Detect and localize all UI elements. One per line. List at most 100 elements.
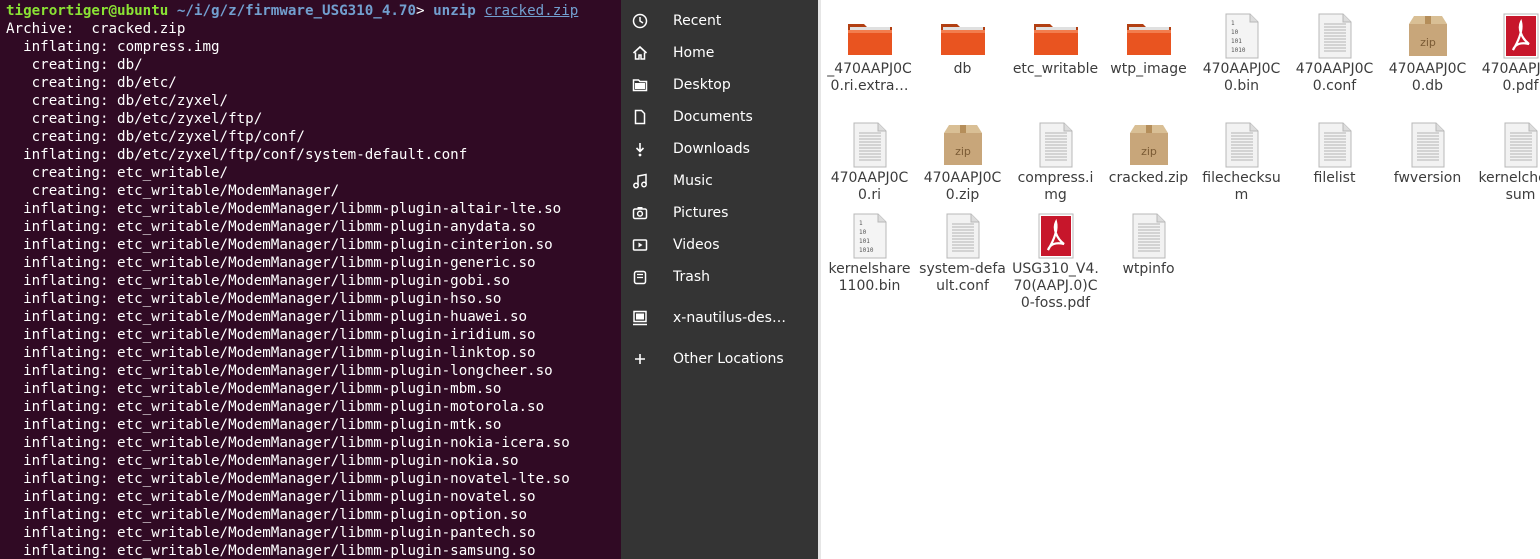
text-icon <box>1311 12 1359 60</box>
file-name: filelist <box>1313 170 1356 186</box>
terminal-output-line: inflating: etc_writable/ModemManager/lib… <box>6 309 528 325</box>
file-item[interactable]: 470AAPJ0C0.pdf <box>1474 4 1540 113</box>
svg-text:101: 101 <box>859 238 870 245</box>
terminal-window[interactable]: tigerortiger@ubuntu ~/i/g/z/firmware_USG… <box>0 0 621 559</box>
sidebar-item-documents[interactable]: Documents <box>621 101 818 133</box>
pdf-icon <box>1032 212 1080 260</box>
text-icon <box>846 121 894 169</box>
file-item[interactable]: wtpinfo <box>1102 204 1195 313</box>
svg-text:1: 1 <box>1231 20 1235 27</box>
file-item[interactable]: etc_writable <box>1009 4 1102 113</box>
file-item[interactable]: USG310_V4.70(AAPJ.0)C0-foss.pdf <box>1009 204 1102 313</box>
terminal-output-line: creating: db/etc/zyxel/ftp/conf/ <box>6 129 305 145</box>
plus-icon <box>631 350 649 368</box>
sidebar-item-home[interactable]: Home <box>621 37 818 69</box>
sidebar-item-recent[interactable]: Recent <box>621 5 818 37</box>
sidebar-item-label: Videos <box>673 237 720 253</box>
terminal-output-line: creating: db/etc/ <box>6 75 177 91</box>
zip-icon: zip <box>1125 121 1173 169</box>
terminal-output-line: inflating: etc_writable/ModemManager/lib… <box>6 435 570 451</box>
text-icon <box>1311 121 1359 169</box>
terminal-output-line: inflating: etc_writable/ModemManager/lib… <box>6 381 502 397</box>
sidebar-item-downloads[interactable]: Downloads <box>621 133 818 165</box>
file-name: filechecksum <box>1202 170 1281 203</box>
svg-text:1010: 1010 <box>1231 47 1246 54</box>
sidebar-item-videos[interactable]: Videos <box>621 229 818 261</box>
file-name: USG310_V4.70(AAPJ.0)C0-foss.pdf <box>1012 261 1099 311</box>
file-item[interactable]: 1 10 101 1010 kernelshare1100.bin <box>823 204 916 313</box>
file-name: 470AAPJ0C0.conf <box>1295 61 1374 94</box>
file-name: system-default.conf <box>919 261 1006 294</box>
folder-icon <box>1125 12 1173 60</box>
text-icon <box>1218 121 1266 169</box>
video-icon <box>631 236 649 254</box>
folder-icon <box>846 12 894 60</box>
file-item[interactable]: db <box>916 4 1009 113</box>
terminal-output-line: creating: db/ <box>6 57 143 73</box>
file-item[interactable]: system-default.conf <box>916 204 1009 313</box>
text-icon <box>1125 212 1173 260</box>
clock-icon <box>631 12 649 30</box>
sidebar-item-label: Documents <box>673 109 753 125</box>
terminal-output-line: inflating: etc_writable/ModemManager/lib… <box>6 453 519 469</box>
file-name: kernelchecksum <box>1478 170 1540 203</box>
sidebar-item-label: Desktop <box>673 77 731 93</box>
places-sidebar: Recent Home Desktop Documents Downloads Music… <box>621 0 818 559</box>
svg-text:10: 10 <box>859 229 867 236</box>
file-item[interactable]: kernelchecksum <box>1474 113 1540 222</box>
sidebar-item-trash[interactable]: Trash <box>621 261 818 293</box>
file-item[interactable]: 470AAPJ0C0.conf <box>1288 4 1381 113</box>
folder-icon <box>939 12 987 60</box>
file-item[interactable]: _470AAPJ0C0.ri.extra… <box>823 4 916 113</box>
file-item[interactable]: filechecksum <box>1195 113 1288 222</box>
sidebar-item-label: Trash <box>673 269 710 285</box>
prompt-argument[interactable]: cracked.zip <box>484 3 578 19</box>
terminal-output-line: creating: db/etc/zyxel/ftp/ <box>6 111 263 127</box>
sidebar-item-desktop[interactable]: Desktop <box>621 69 818 101</box>
folder-icon <box>631 76 649 94</box>
file-item[interactable]: 1 10 101 1010 470AAPJ0C0.bin <box>1195 4 1288 113</box>
file-item[interactable]: fwversion <box>1381 113 1474 222</box>
camera-icon <box>631 204 649 222</box>
prompt-path: ~/i/g/z/firmware_USG310_4.70 <box>176 3 417 19</box>
drive-icon <box>631 309 649 327</box>
file-item[interactable]: wtp_image <box>1102 4 1195 113</box>
sidebar-item-music[interactable]: Music <box>621 165 818 197</box>
prompt-command: unzip <box>433 3 476 19</box>
music-icon <box>631 172 649 190</box>
terminal-output-line: inflating: etc_writable/ModemManager/lib… <box>6 345 536 361</box>
folder-icon <box>1032 12 1080 60</box>
file-name: wtpinfo <box>1122 261 1175 277</box>
text-icon <box>1032 121 1080 169</box>
terminal-output-line: inflating: compress.img <box>6 39 220 55</box>
terminal-output-line: creating: db/etc/zyxel/ <box>6 93 229 109</box>
text-icon <box>1404 121 1452 169</box>
file-name: 470AAPJ0C0.db <box>1388 61 1467 94</box>
svg-text:10: 10 <box>1231 29 1239 36</box>
file-item[interactable]: filelist <box>1288 113 1381 222</box>
file-grid: _470AAPJ0C0.ri.extra… db etc_writable wtp_i… <box>821 0 1540 559</box>
sidebar-item-pictures[interactable]: Pictures <box>621 197 818 229</box>
binary-icon: 1 10 101 1010 <box>1218 12 1266 60</box>
file-name: db <box>953 61 972 77</box>
text-icon <box>1497 121 1540 169</box>
sidebar-item-label: Music <box>673 173 713 189</box>
prompt-user: tigerortiger@ubuntu <box>6 3 169 19</box>
terminal-output-line: inflating: etc_writable/ModemManager/lib… <box>6 363 553 379</box>
svg-text:zip: zip <box>955 145 971 158</box>
file-item[interactable]: zip 470AAPJ0C0.db <box>1381 4 1474 113</box>
terminal-output-line: inflating: etc_writable/ModemManager/lib… <box>6 201 562 217</box>
svg-text:1: 1 <box>859 220 863 227</box>
text-icon <box>939 212 987 260</box>
terminal-output-line: creating: etc_writable/ModemManager/ <box>6 183 340 199</box>
sidebar-item-x-nautilus-des[interactable]: x-nautilus-des… <box>621 302 818 334</box>
sidebar-item-other-locations[interactable]: Other Locations <box>621 343 818 375</box>
file-name: fwversion <box>1393 170 1462 186</box>
terminal-output-line: inflating: etc_writable/ModemManager/lib… <box>6 327 536 343</box>
home-icon <box>631 44 649 62</box>
terminal-output-line: inflating: etc_writable/ModemManager/lib… <box>6 507 528 523</box>
download-icon <box>631 140 649 158</box>
pdf-icon <box>1497 12 1540 60</box>
terminal-output-line: inflating: etc_writable/ModemManager/lib… <box>6 543 536 559</box>
file-name: kernelshare1100.bin <box>828 261 911 294</box>
